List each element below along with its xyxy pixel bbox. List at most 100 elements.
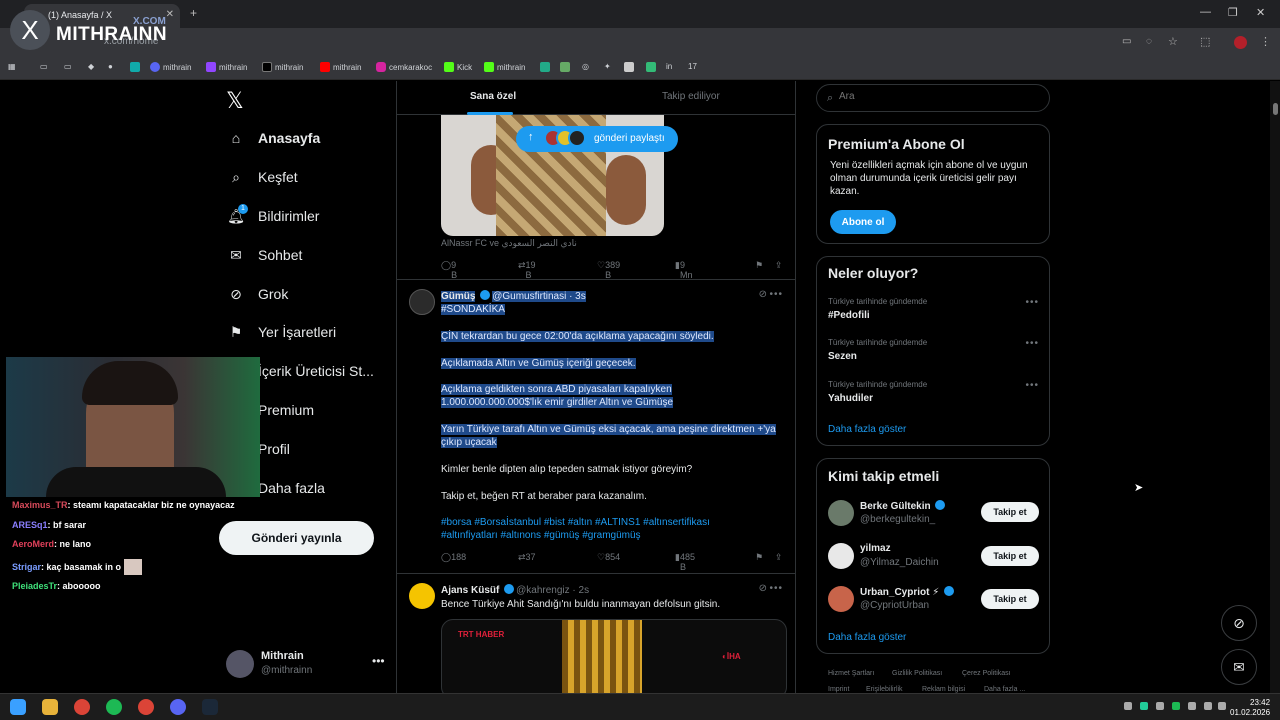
tweet-hashtags[interactable]: #borsa #Borsaİstanbul #bist #altın #ALTI… <box>441 516 787 529</box>
grok-fab-icon[interactable]: ⊘ <box>1221 605 1257 641</box>
footer-link[interactable]: Hizmet Şartları <box>828 670 874 677</box>
tray-icon[interactable] <box>1156 702 1164 710</box>
cast-icon[interactable]: ▭ <box>1122 36 1131 47</box>
avatar[interactable] <box>828 543 854 569</box>
scrollbar-thumb[interactable] <box>1273 103 1278 115</box>
retweet-button[interactable]: ⇄ 19 B <box>518 260 536 280</box>
share-icon[interactable]: ⇪ <box>775 260 783 271</box>
trend-name[interactable]: Sezen <box>828 351 857 362</box>
scrollbar[interactable] <box>1270 81 1280 693</box>
steam-icon[interactable] <box>202 699 218 715</box>
tray-icon[interactable] <box>1188 702 1196 710</box>
volume-icon[interactable] <box>1218 702 1226 710</box>
subscribe-button[interactable]: Abone ol <box>830 210 896 234</box>
follow-button[interactable]: Takip et <box>981 589 1039 609</box>
bookmark-tweet-icon[interactable]: ⚑ <box>755 260 763 271</box>
trend-name[interactable]: #Pedofili <box>828 310 870 321</box>
nav-bookmarks[interactable]: ⚑ Yer İşaretleri <box>226 318 336 346</box>
spotify-icon[interactable] <box>106 699 122 715</box>
tray-icon[interactable] <box>1124 702 1132 710</box>
bookmark-kick-2[interactable]: mithrain <box>484 62 525 72</box>
footer-link[interactable]: Daha fazla ... <box>984 686 1025 693</box>
avatar[interactable] <box>828 500 854 526</box>
hide-icon[interactable]: ◌ <box>1146 36 1152 47</box>
bookmark-icon[interactable] <box>560 62 573 72</box>
windows-start-icon[interactable] <box>10 699 26 715</box>
author-handle[interactable]: @kahrengiz <box>516 585 570 596</box>
bookmark-icon[interactable]: ◎ <box>582 62 589 71</box>
show-more-link[interactable]: Daha fazla göster <box>828 424 906 435</box>
nav-home[interactable]: ⌂ Anasayfa <box>226 124 321 152</box>
user-name[interactable]: Berke Gültekin <box>860 500 947 512</box>
bookmark-twitch[interactable]: mithrain <box>206 62 247 72</box>
tray-icon[interactable] <box>1172 702 1180 710</box>
bookmark-tweet-icon[interactable]: ⚑ <box>755 552 763 563</box>
bookmark-icon[interactable]: ✦ <box>604 62 611 71</box>
avatar[interactable] <box>828 586 854 612</box>
user-name[interactable]: Urban_Cypriot ⚡ <box>860 586 956 598</box>
tweet-media-image[interactable]: TRT HABER ◐İHA <box>441 619 787 693</box>
file-explorer-icon[interactable] <box>42 699 58 715</box>
tweet-time[interactable]: · 3s <box>569 291 586 302</box>
user-name[interactable]: yilmaz <box>860 543 891 554</box>
account-switcher[interactable]: Mithrain @mithrainn ••• <box>226 648 386 680</box>
bookmark-icon[interactable]: in <box>666 62 672 71</box>
views-button[interactable]: ▮ 9 Mn <box>675 260 692 280</box>
author-name[interactable]: Gümüş <box>441 291 475 302</box>
grok-icon[interactable]: ⊘ <box>759 289 767 300</box>
bookmark-icon[interactable] <box>540 62 553 72</box>
folder-icon[interactable]: ▭ <box>40 62 48 71</box>
more-icon[interactable]: ••• <box>769 583 783 594</box>
close-window-icon[interactable]: ✕ <box>1256 6 1265 19</box>
bookmark-youtube[interactable]: mithrain <box>320 62 361 72</box>
menu-icon[interactable]: ⋮ <box>1260 35 1271 48</box>
bookmark-discord[interactable]: mithrain <box>150 62 191 72</box>
share-icon[interactable]: ⇪ <box>775 552 783 563</box>
avatar[interactable] <box>409 583 435 609</box>
tweet-hashtags[interactable]: #altınfiyatları #altınons #gümüş #gramgü… <box>441 529 787 542</box>
taskbar-clock[interactable]: 23:42 01.02.2026 <box>1230 698 1270 718</box>
extensions-icon[interactable]: ⬚ <box>1200 35 1210 48</box>
retweet-button[interactable]: ⇄ 37 <box>518 552 536 563</box>
avatar[interactable] <box>409 289 435 315</box>
post-button[interactable]: Gönderi yayınla <box>219 521 374 555</box>
search-box[interactable]: ⌕ <box>816 84 1050 112</box>
nav-chat[interactable]: ✉ Sohbet <box>226 241 302 269</box>
follow-button[interactable]: Takip et <box>981 502 1039 522</box>
footer-link[interactable]: Reklam bilgisi <box>922 686 965 693</box>
bookmark-icon[interactable] <box>646 62 659 72</box>
bookmark-icon[interactable] <box>624 62 637 72</box>
reply-button[interactable]: ◯ 188 <box>441 552 466 563</box>
profile-icon[interactable] <box>1234 36 1247 49</box>
bookmark-icon[interactable]: 17 <box>688 62 697 71</box>
footer-link[interactable]: Çerez Politikası <box>962 670 1011 677</box>
like-button[interactable]: ♡ 389 B <box>597 260 620 280</box>
author-name[interactable]: Ajans Küsüf <box>441 585 499 596</box>
nav-grok[interactable]: ⊘ Grok <box>226 280 288 308</box>
chrome-icon[interactable] <box>138 699 154 715</box>
reply-button[interactable]: ◯ 9 B <box>441 260 457 280</box>
bookmark-kick[interactable]: Kick <box>444 62 472 72</box>
more-icon[interactable]: ••• <box>1025 297 1039 308</box>
bookmark-icon[interactable]: ◆ <box>88 62 94 71</box>
footer-link[interactable]: Erişilebilirlik <box>866 686 903 693</box>
footer-link[interactable]: Imprint <box>828 686 849 693</box>
grok-icon[interactable]: ⊘ <box>759 583 767 594</box>
trend-name[interactable]: Yahudiler <box>828 393 873 404</box>
more-icon[interactable]: ••• <box>1025 338 1039 349</box>
restore-icon[interactable]: ❐ <box>1228 6 1238 19</box>
search-input[interactable] <box>839 91 1029 102</box>
more-icon[interactable]: ••• <box>1025 380 1039 391</box>
new-tab-icon[interactable]: + <box>190 6 197 20</box>
new-posts-pill[interactable]: ↑ gönderi paylaştı <box>516 126 678 152</box>
bookmark-icon[interactable]: ● <box>108 62 113 71</box>
nav-notifications[interactable]: 🔔︎ 1 Bildirimler <box>226 202 319 230</box>
tab-for-you[interactable]: Sana özel <box>470 91 516 102</box>
x-home-logo-icon[interactable]: 𝕏 <box>226 88 244 114</box>
bookmark-instagram[interactable]: cemkarakoc <box>376 62 432 72</box>
show-more-link[interactable]: Daha fazla göster <box>828 632 906 643</box>
messages-fab-icon[interactable]: ✉ <box>1221 649 1257 685</box>
network-icon[interactable] <box>1204 702 1212 710</box>
tweet-time[interactable]: · 2s <box>572 585 589 596</box>
footer-link[interactable]: Gizlilik Politikası <box>892 670 942 677</box>
